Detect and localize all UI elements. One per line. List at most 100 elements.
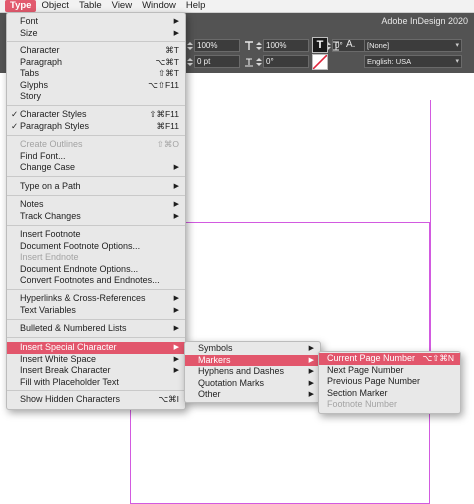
menu-item-label: Track Changes — [20, 210, 81, 221]
menu-item-story[interactable]: Story — [7, 91, 185, 103]
menu-item-show-hidden-characters[interactable]: Show Hidden Characters ⌥⌘I — [7, 394, 185, 406]
menu-separator — [7, 176, 185, 177]
menu-item-convert-footnotes[interactable]: Convert Footnotes and Endnotes... — [7, 275, 185, 287]
markers-item-section-marker[interactable]: Section Marker — [319, 388, 460, 400]
menubar-table[interactable]: Table — [74, 0, 107, 12]
menu-item-label: Type on a Path — [20, 181, 81, 191]
character-style-value: [None] — [367, 41, 390, 50]
markers-item-next-page-number[interactable]: Next Page Number — [319, 365, 460, 377]
menu-item-label: Find Font... — [20, 150, 66, 161]
menubar-type[interactable]: Type — [5, 0, 37, 12]
menu-item-tabs[interactable]: Tabs ⇧⌘T — [7, 68, 185, 80]
submenu-arrow-icon: ▶ — [173, 29, 179, 37]
markers-item-footnote-number[interactable]: Footnote Number — [319, 399, 460, 411]
menu-shortcut: ⇧⌘F11 — [149, 109, 179, 119]
menu-item-label: Document Endnote Options... — [20, 263, 139, 274]
menu-item-change-case[interactable]: Change Case ▶ — [7, 162, 185, 174]
menu-item-label: Current Page Number — [327, 353, 416, 363]
submenu-arrow-icon: ▶ — [173, 183, 179, 190]
markers-submenu: Current Page Number ⌥⇧⌘N Next Page Number… — [318, 351, 461, 414]
menu-item-label: Quotation Marks — [198, 377, 265, 388]
menu-item-label: Markers — [198, 354, 231, 365]
scale-h-stepper[interactable] — [255, 40, 262, 51]
menu-item-document-footnote-options[interactable]: Document Footnote Options... — [7, 241, 185, 253]
scale-v-stepper[interactable] — [186, 40, 193, 51]
submenu-arrow-icon: ▶ — [173, 18, 179, 25]
submenu-arrow-icon: ▶ — [308, 368, 314, 375]
menu-item-label: Tabs — [20, 68, 40, 78]
menu-item-find-font[interactable]: Find Font... — [7, 151, 185, 163]
menu-item-label: Glyphs — [20, 79, 49, 90]
menu-item-character-styles[interactable]: ✓ Character Styles ⇧⌘F11 — [7, 109, 185, 121]
angle-stepper[interactable] — [255, 56, 262, 67]
menubar-object[interactable]: Object — [36, 0, 73, 12]
menu-item-label: Story — [20, 91, 42, 101]
menu-item-hyperlinks[interactable]: Hyperlinks & Cross-References ▶ — [7, 293, 185, 305]
menu-item-label: Create Outlines — [20, 139, 83, 149]
submenu-item-markers[interactable]: Markers ▶ — [185, 354, 320, 366]
menu-item-label: Paragraph Styles — [20, 120, 90, 131]
markers-item-current-page-number[interactable]: Current Page Number ⌥⇧⌘N — [319, 353, 460, 365]
menu-item-paragraph-styles[interactable]: ✓ Paragraph Styles ⌘F11 — [7, 121, 185, 133]
vertical-scale-field[interactable]: 100% — [194, 39, 240, 52]
menu-item-glyphs[interactable]: Glyphs ⌥⇧F11 — [7, 80, 185, 92]
menu-item-label: Previous Page Number — [327, 376, 421, 386]
menu-shortcut: ⇧⌘O — [156, 139, 179, 149]
menu-item-track-changes[interactable]: Track Changes ▶ — [7, 211, 185, 223]
menubar-help[interactable]: Help — [181, 0, 211, 12]
text-cursor-icon — [243, 40, 255, 52]
menu-item-insert-footnote[interactable]: Insert Footnote — [7, 229, 185, 241]
menu-item-label: Convert Footnotes and Endnotes... — [20, 275, 160, 285]
checkmark-icon: ✓ — [11, 120, 19, 131]
menubar-view[interactable]: View — [107, 0, 137, 12]
menu-shortcut: ⌘T — [165, 45, 179, 55]
menu-item-label: Insert Special Character — [20, 342, 117, 352]
menu-separator — [7, 105, 185, 106]
menu-item-paragraph[interactable]: Paragraph ⌥⌘T — [7, 57, 185, 69]
fill-stroke-icon[interactable]: T — [312, 37, 328, 53]
menu-item-label: Insert Break Character — [20, 365, 111, 375]
menu-item-fill-placeholder[interactable]: Fill with Placeholder Text — [7, 377, 185, 389]
menubar-window[interactable]: Window — [137, 0, 181, 12]
menu-item-character[interactable]: Character ⌘T — [7, 45, 185, 57]
text-insertion-icon — [332, 41, 340, 53]
submenu-arrow-icon: ▶ — [308, 379, 314, 387]
character-style-select[interactable]: [None] ▾ — [364, 39, 462, 52]
menu-item-bulleted-numbered[interactable]: Bulleted & Numbered Lists ▶ — [7, 323, 185, 335]
none-swatch-icon[interactable] — [312, 54, 328, 70]
baseline-shift-field[interactable]: 0 pt — [194, 55, 240, 68]
menu-item-insert-endnote[interactable]: Insert Endnote — [7, 252, 185, 264]
submenu-item-quotation-marks[interactable]: Quotation Marks ▶ — [185, 378, 320, 390]
menu-item-insert-white-space[interactable]: Insert White Space ▶ — [7, 354, 185, 366]
insert-special-character-submenu: Symbols ▶ Markers ▶ Hyphens and Dashes ▶ Qu… — [184, 341, 321, 403]
submenu-arrow-icon: ▶ — [173, 355, 179, 363]
menu-item-label: Footnote Number — [327, 399, 398, 409]
menu-item-font[interactable]: Font ▶ — [7, 16, 185, 28]
submenu-item-hyphens-dashes[interactable]: Hyphens and Dashes ▶ — [185, 366, 320, 378]
baseline-shift-icon — [243, 56, 255, 68]
menu-item-notes[interactable]: Notes ▶ — [7, 199, 185, 211]
chevron-down-icon: ▾ — [455, 58, 459, 65]
menu-item-insert-break-character[interactable]: Insert Break Character ▶ — [7, 365, 185, 377]
horizontal-scale-field[interactable]: 100% — [263, 39, 309, 52]
menu-item-text-variables[interactable]: Text Variables ▶ — [7, 305, 185, 317]
menu-item-label: Size — [20, 27, 38, 38]
menu-item-type-on-path[interactable]: Type on a Path ▶ — [7, 181, 185, 193]
menu-item-label: Insert Endnote — [20, 252, 79, 262]
submenu-arrow-icon: ▶ — [173, 295, 179, 302]
markers-item-previous-page-number[interactable]: Previous Page Number — [319, 376, 460, 388]
menu-item-insert-special-character[interactable]: Insert Special Character ▶ — [7, 342, 185, 354]
menu-item-document-endnote-options[interactable]: Document Endnote Options... — [7, 264, 185, 276]
submenu-item-symbols[interactable]: Symbols ▶ — [185, 343, 320, 355]
baseline-stepper[interactable] — [186, 56, 193, 67]
submenu-arrow-icon: ▶ — [173, 164, 179, 171]
menu-item-label: Hyphens and Dashes — [198, 366, 285, 376]
menu-item-size[interactable]: Size ▶ — [7, 28, 185, 40]
skew-angle-field[interactable]: 0° — [263, 55, 309, 68]
submenu-item-other[interactable]: Other ▶ — [185, 389, 320, 401]
submenu-arrow-icon: ▶ — [173, 212, 179, 220]
submenu-arrow-icon: ▶ — [173, 344, 179, 351]
menu-item-create-outlines[interactable]: Create Outlines ⇧⌘O — [7, 139, 185, 151]
language-select[interactable]: English: USA ▾ — [364, 55, 462, 68]
menu-shortcut: ⌥⇧⌘N — [422, 353, 454, 363]
